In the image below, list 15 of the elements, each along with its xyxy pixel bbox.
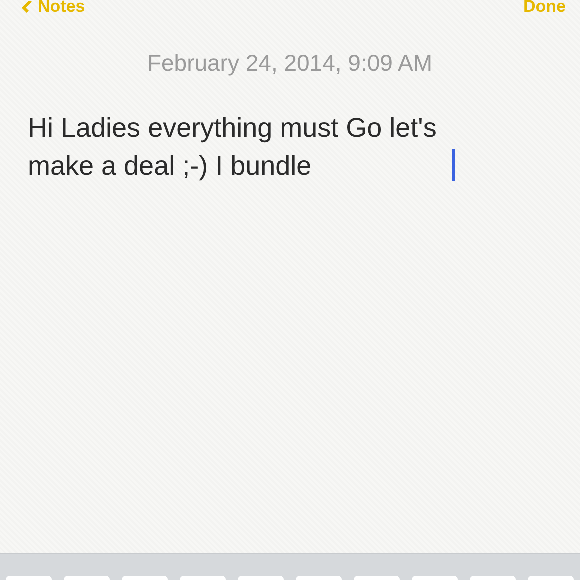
chevron-icon [22, 1, 32, 13]
done-button[interactable]: Done [524, 0, 566, 14]
keyboard-key[interactable] [528, 576, 574, 580]
keyboard-key[interactable] [412, 576, 458, 580]
note-date: February 24, 2014, 9:09 AM [146, 50, 434, 77]
keyboard-key[interactable] [238, 576, 284, 580]
keyboard-key[interactable] [64, 576, 110, 580]
keyboard-key[interactable] [6, 576, 52, 580]
keyboard-key[interactable] [354, 576, 400, 580]
note-text[interactable]: Hi Ladies everything must Go let's make a deal ;-) I bundle [28, 109, 448, 185]
keyboard-key[interactable] [122, 576, 168, 580]
keyboard-key[interactable] [180, 576, 226, 580]
keyboard-key[interactable] [296, 576, 342, 580]
keyboard-key[interactable] [470, 576, 516, 580]
back-button[interactable]: Notes [22, 0, 86, 14]
